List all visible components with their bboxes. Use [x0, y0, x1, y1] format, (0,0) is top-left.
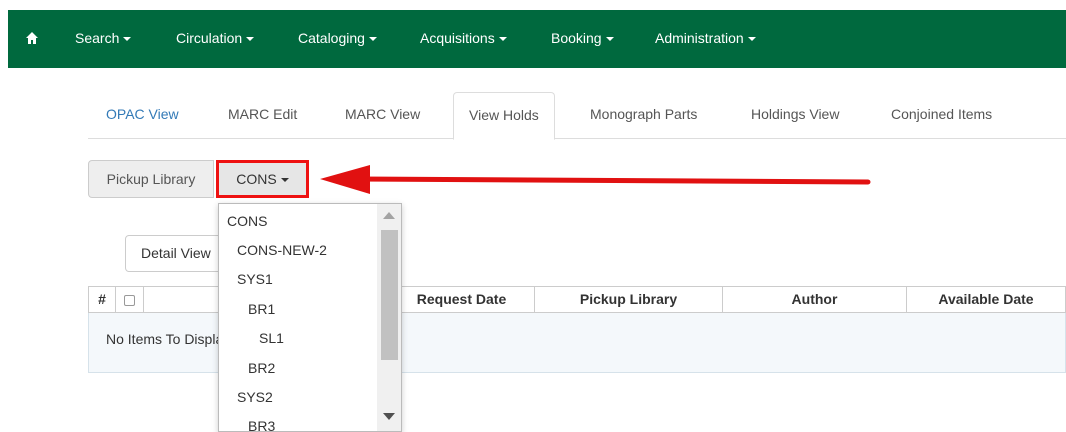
- pickup-library-dropdown-button[interactable]: CONS: [216, 160, 309, 198]
- scroll-down-icon[interactable]: [383, 413, 395, 420]
- pickup-library-label: Pickup Library: [88, 160, 214, 198]
- column-select-header: [116, 287, 144, 312]
- scrollbar-thumb[interactable]: [381, 230, 398, 360]
- nav-cataloging-menu[interactable]: Cataloging: [298, 30, 377, 46]
- dropdown-option-br3[interactable]: BR3: [219, 412, 377, 431]
- dropdown-option-cons[interactable]: CONS: [219, 207, 377, 236]
- chevron-down-icon: [280, 178, 289, 183]
- chevron-down-icon: [498, 37, 507, 42]
- nav-booking-menu[interactable]: Booking: [551, 30, 614, 46]
- chevron-down-icon: [368, 37, 377, 42]
- tab-opac-view[interactable]: OPAC View: [91, 92, 194, 139]
- column-index-header: #: [89, 287, 116, 312]
- select-all-checkbox[interactable]: [124, 294, 135, 306]
- dropdown-option-sys2[interactable]: SYS2: [219, 383, 377, 412]
- top-navbar: Search Circulation Cataloging Acquisitio…: [8, 10, 1066, 68]
- nav-acquisitions-menu[interactable]: Acquisitions: [420, 30, 507, 46]
- annotation-arrow: [320, 165, 871, 194]
- tab-conjoined-items[interactable]: Conjoined Items: [876, 92, 1007, 139]
- dropdown-scrollbar[interactable]: [377, 204, 401, 431]
- dropdown-option-sys1[interactable]: SYS1: [219, 265, 377, 294]
- dropdown-option-br2[interactable]: BR2: [219, 354, 377, 383]
- chevron-down-icon: [747, 37, 756, 42]
- chevron-down-icon: [123, 37, 132, 42]
- chevron-down-icon: [605, 37, 614, 42]
- scroll-up-icon[interactable]: [383, 212, 395, 219]
- dropdown-option-cons-new-2[interactable]: CONS-NEW-2: [219, 236, 377, 265]
- nav-search-menu[interactable]: Search: [75, 30, 132, 46]
- tab-marc-view[interactable]: MARC View: [330, 92, 435, 139]
- tab-marc-edit[interactable]: MARC Edit: [213, 92, 312, 139]
- column-request-date-header[interactable]: Request Date: [389, 287, 535, 312]
- home-icon[interactable]: [25, 31, 39, 45]
- empty-grid-message: No Items To Display: [106, 331, 231, 347]
- chevron-down-icon: [246, 37, 255, 42]
- record-tabs: OPAC View MARC Edit MARC View View Holds…: [88, 92, 1066, 140]
- tab-holdings-view[interactable]: Holdings View: [736, 92, 854, 139]
- tab-monograph-parts[interactable]: Monograph Parts: [575, 92, 712, 139]
- column-author-header[interactable]: Author: [723, 287, 907, 312]
- nav-circulation-menu[interactable]: Circulation: [176, 30, 255, 46]
- pickup-library-dropdown-list: CONS CONS-NEW-2 SYS1 BR1 SL1 BR2 SYS2 BR…: [218, 203, 402, 432]
- nav-administration-menu[interactable]: Administration: [655, 30, 756, 46]
- tab-view-holds[interactable]: View Holds: [453, 92, 555, 140]
- dropdown-option-br1[interactable]: BR1: [219, 295, 377, 324]
- dropdown-option-sl1[interactable]: SL1: [219, 324, 377, 353]
- column-available-date-header[interactable]: Available Date: [907, 287, 1065, 312]
- column-pickup-library-header[interactable]: Pickup Library: [535, 287, 723, 312]
